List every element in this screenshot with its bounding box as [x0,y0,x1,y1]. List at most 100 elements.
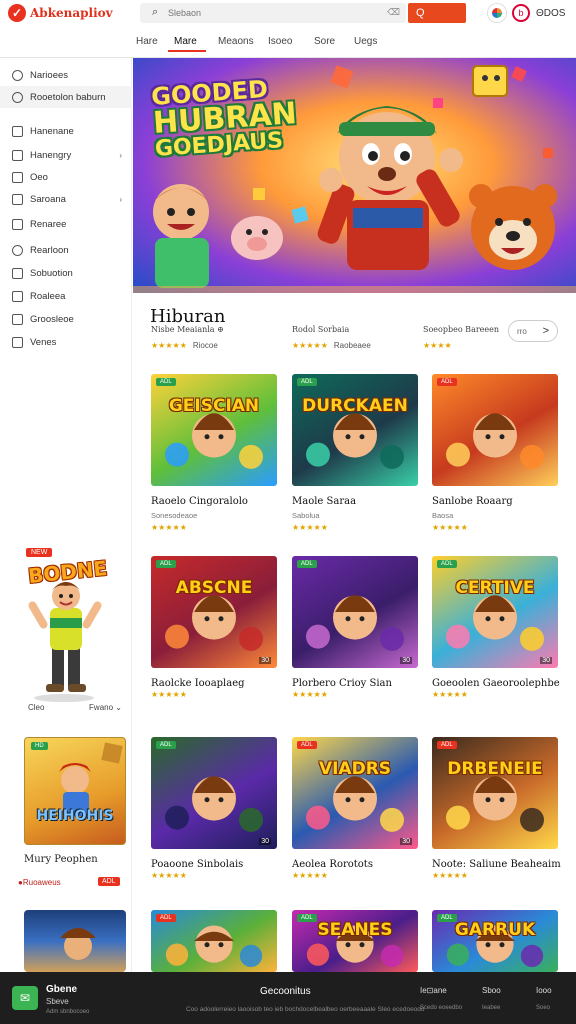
game-title[interactable]: Raoelo Cingoralolo [151,496,248,507]
game-title[interactable]: Poaoone Sinbolais [151,859,243,870]
game-title[interactable]: Noote: Saliune Beaheaim [432,859,561,870]
game-title[interactable]: Sanlobe Roaarg [432,496,513,507]
footer-link-2[interactable]: Sboo [482,986,501,995]
game-thumbnail[interactable]: ADL SEANES [292,910,418,972]
game-thumbnail[interactable]: ADL CERTIVE 30 [432,556,558,668]
card-duration: 30 [400,838,412,845]
clear-icon[interactable]: ⌫ [387,7,400,18]
game-thumbnail[interactable]: ADL GARRUK [432,910,558,972]
sidebar-item-label: Groosleoe [30,313,74,325]
sidebar-item-label: Hanenane [30,125,74,137]
sidebar-item-10[interactable]: Groosleoe [0,308,132,330]
sidebar-promo[interactable]: NEW BODNE [16,548,120,702]
game-rating: ★★★★★ [151,871,187,880]
game-thumbnail[interactable]: ADL GEISCIAN [151,374,277,486]
footer-app-tiny: Adm sbnbocoeo [46,1009,90,1015]
chevron-down-icon: ⌄ [115,703,122,712]
tab-isoeo[interactable]: Isoeo [268,36,292,47]
sidebar-item-label: Oeo [30,171,48,183]
header-icons: b ΘDOS [488,4,565,22]
sidebar-card-title[interactable]: Mury Peophen [24,854,98,865]
game-thumb-title: GEISCIAN [168,396,260,416]
promo-right-label[interactable]: Fwano ⌄ [89,703,122,712]
search-input[interactable] [168,6,368,20]
footer: ✉ Gbene Sbeve Adm sbnbocoeo Gecoonitus C… [0,972,576,1024]
sidebar-item-6[interactable]: Renaree [0,213,132,235]
sidebar-item-2[interactable]: Hanenane [0,120,132,142]
tab-sore[interactable]: Sore [314,36,335,47]
game-thumbnail[interactable]: ADL [432,374,558,486]
game-thumbnail[interactable]: ADL [151,910,277,972]
game-thumbnail[interactable]: ADL DURCKAEN [292,374,418,486]
game-thumbnail[interactable]: ADL 30 [151,737,277,849]
game-title[interactable]: Maole Saraa [292,496,356,507]
game-title[interactable]: Goeoolen Gaeoroolephbe [432,678,560,689]
section-rating-2: ★★★★ [423,341,452,350]
list-icon [12,336,23,348]
sidebar-item-9[interactable]: Roaleea [0,285,132,307]
sidebar-item-8[interactable]: Sobuotion [0,262,132,284]
game-thumbnail-art [306,413,404,469]
footer-link-1-sub: Scedo eoeedbo [420,1005,463,1011]
card-badge: ADL [156,914,176,922]
game-thumbnail[interactable]: ADL 30 [292,556,418,668]
sidebar-item-7[interactable]: Rearloon [0,239,132,261]
app-store-icon[interactable]: ✉ [12,986,38,1010]
footer-link-3[interactable]: Iooo [536,986,552,995]
game-subtitle: Sabolua [292,511,320,520]
tab-uegs[interactable]: Uegs [354,36,377,47]
section-rating-0: ★★★★★ Riocoe [151,341,218,350]
card-duration: 30 [400,657,412,664]
sidebar-item-label: Rearloon [30,244,69,256]
tab-mare[interactable]: Mare [174,36,197,47]
game-title[interactable]: Raolcke Iooaplaeg [151,678,245,689]
game-thumb-title: DRBENEIE [447,759,543,779]
card-badge: ADL [437,378,457,386]
sidebar-card-thumb[interactable]: HD HEIHOHIS [24,737,126,845]
game-rating: ★★★★★ [292,690,328,699]
profile-icon[interactable]: b [512,4,530,22]
chevron-right-icon: › [119,150,122,160]
card-badge: ADL [297,378,317,386]
section-meta-2: Soeopbeo Bareeen [423,325,500,334]
tab-hare[interactable]: Hare [136,36,158,47]
app-logo[interactable]: ✓ Abkenapliov [8,4,113,22]
see-more-button[interactable]: rro > [508,320,558,342]
sidebar-item-1[interactable]: Rooetolon baburn [0,86,132,108]
game-thumbnail-art [306,776,404,832]
game-thumbnail[interactable]: ADL VIADRS 30 [292,737,418,849]
footer-center-title[interactable]: Gecoonitus [260,986,311,997]
active-tab-indicator [168,50,206,52]
clock-icon [12,244,23,256]
sidebar-item-4[interactable]: Oeo [0,166,132,188]
sidebar-item-0[interactable]: Narioees [0,64,132,86]
sidebar-item-11[interactable]: Venes [0,331,132,353]
sidebar-item-3[interactable]: Hanengry › [0,144,132,166]
card-badge: ADL [156,741,176,749]
footer-link-1[interactable]: Ie⊡ane [420,986,447,995]
sidebar-item-5[interactable]: Saroana › [0,188,132,210]
card-duration: 30 [540,657,552,664]
game-thumb-title: SEANES [317,920,393,940]
sidebar-item-label: Rooetolon baburn [30,91,106,103]
game-title[interactable]: Aeolea Rorotots [292,859,373,870]
game-thumbnail[interactable]: ADL DRBENEIE [432,737,558,849]
search-button[interactable]: Q [408,3,466,23]
settings-label[interactable]: ΘDOS [536,8,565,19]
game-rating: ★★★★★ [151,690,187,699]
search-box[interactable]: ⌕ ⌫ [140,3,406,23]
sidebar-item-label: Roaleea [30,290,66,302]
game-rating: ★★★★★ [432,523,468,532]
nav-tabs: Hare Mare Meaons Isoeo Sore Uegs [0,28,576,58]
grid-icon [12,125,23,137]
search-icon [12,69,23,81]
gamepad-icon [12,193,23,205]
promo-left-label: Cleo [28,703,45,712]
game-thumbnail[interactable]: ADL ABSCNE 30 [151,556,277,668]
sidebar-card2-thumb[interactable] [24,910,126,972]
game-thumb-title: GARRUK [454,920,536,940]
tab-meaons[interactable]: Meaons [218,36,254,47]
game-title[interactable]: Plorbero Crioy Sian [292,678,392,689]
color-wheel-icon[interactable] [488,4,506,22]
hero-banner[interactable]: GOODED HUBRAN GOEDJAUS [133,58,576,293]
